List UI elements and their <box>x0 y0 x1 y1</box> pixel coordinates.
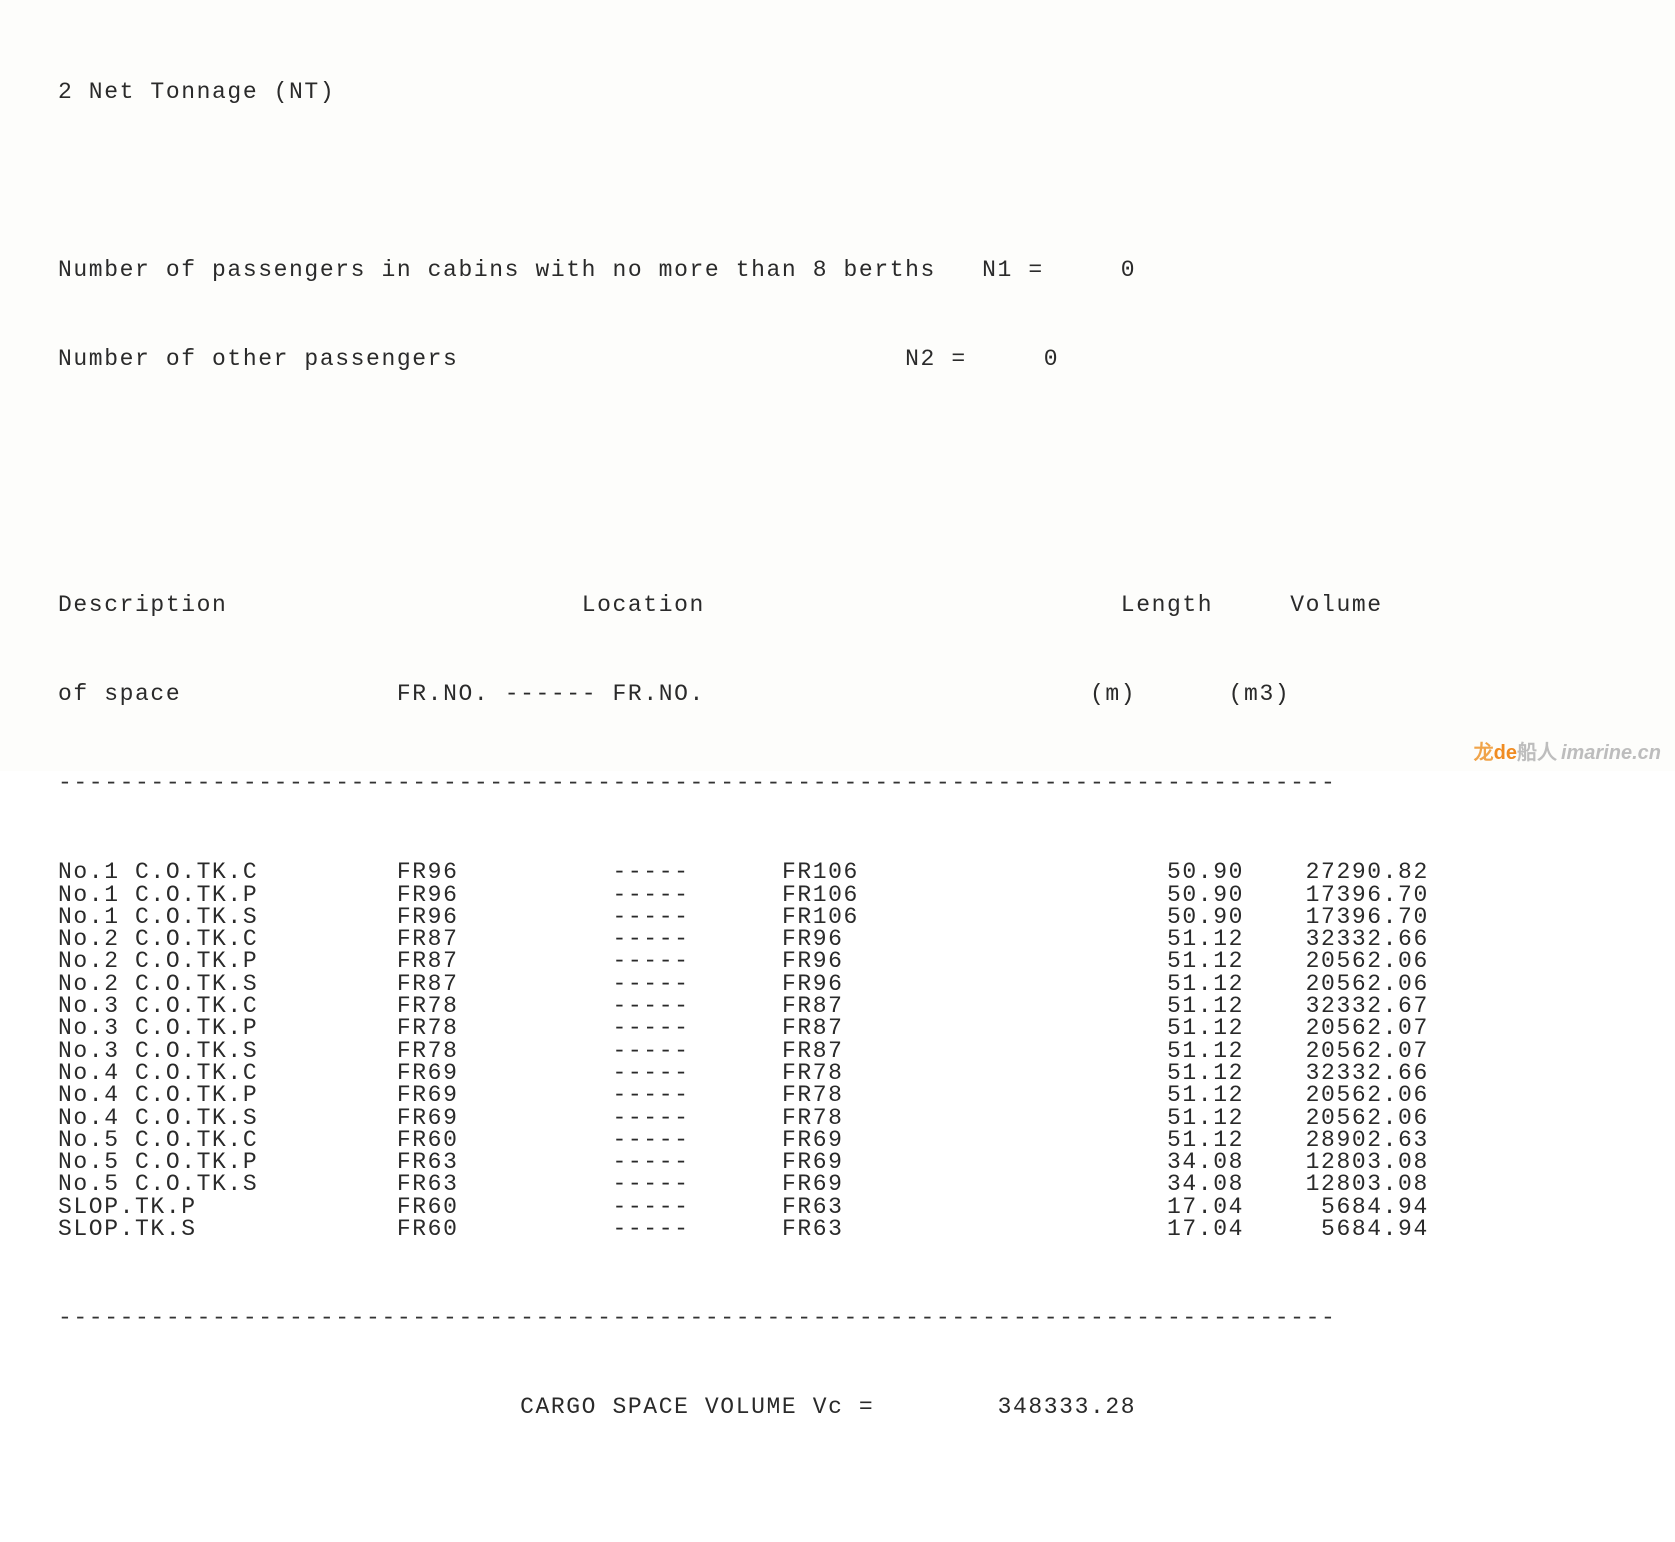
header-volume: Volume <box>1290 591 1383 618</box>
table-row: No.4 C.O.TK.C FR69 ----- FR78 51.12 3233… <box>58 1061 1675 1084</box>
watermark: 龙de船人 imarine.cn <box>1474 736 1661 765</box>
table-row: No.4 C.O.TK.P FR69 ----- FR78 51.12 2056… <box>58 1084 1675 1107</box>
table-header-line-2: of space FR.NO. ------ FR.NO. (m) (m3) <box>58 680 1675 707</box>
table-header-line-1: Description Location Length Volume <box>58 591 1675 618</box>
header-gap-3 <box>1213 592 1290 618</box>
table-row: No.1 C.O.TK.P FR96 ----- FR106 50.90 173… <box>58 883 1675 906</box>
cargo-total-label: CARGO SPACE VOLUME Vc = <box>520 1394 875 1421</box>
table-row: No.2 C.O.TK.P FR87 ----- FR96 51.12 2056… <box>58 950 1675 973</box>
header-gap-1 <box>227 592 581 618</box>
passenger-symbol-2: N2 = <box>905 346 967 373</box>
passenger-gap-2 <box>458 346 905 372</box>
header-gap-7 <box>705 681 1090 707</box>
table-row: No.1 C.O.TK.S FR96 ----- FR106 50.90 173… <box>58 905 1675 928</box>
watermark-part2: de <box>1493 742 1517 764</box>
passenger-line-2: Number of other passengers N2 = 0 <box>58 346 1675 373</box>
section-title: 2 Net Tonnage (NT) <box>58 78 336 105</box>
header-location: Location <box>581 591 705 618</box>
table-rows-container: No.1 C.O.TK.C FR96 ----- FR106 50.90 272… <box>58 861 1675 1243</box>
row-from-frno: FR60 <box>396 1216 613 1243</box>
row-length: 17.04 <box>1136 1216 1245 1243</box>
passenger-line-1: Number of passengers in cabins with no m… <box>58 257 1675 284</box>
row-dashes: ----- <box>612 1216 782 1243</box>
table-row: No.5 C.O.TK.C FR60 ----- FR69 51.12 2890… <box>58 1128 1675 1151</box>
header-of-space: of space <box>58 680 182 707</box>
watermark-part3: 船人 <box>1516 742 1557 764</box>
passenger-symbol-1: N1 = <box>982 257 1044 284</box>
header-gap-2 <box>705 592 1121 618</box>
table-row: No.2 C.O.TK.S FR87 ----- FR96 51.12 2056… <box>58 972 1675 995</box>
header-from-frno: FR.NO. <box>396 680 490 707</box>
watermark-url: imarine.cn <box>1560 742 1661 764</box>
row-description: SLOP.TK.S <box>58 1216 397 1243</box>
header-location-dashes: ------ <box>504 680 598 707</box>
watermark-part1: 龙 <box>1473 742 1494 764</box>
document-body: 2 Net Tonnage (NT) Number of passengers … <box>0 14 1675 1542</box>
passenger-gap-2b <box>967 346 1044 372</box>
header-volume-unit: (m3) <box>1228 680 1291 707</box>
header-gap-6 <box>597 681 612 707</box>
passenger-value-2: 0 <box>1043 346 1060 373</box>
cargo-total-value: 348333.28 <box>997 1394 1137 1421</box>
total-gap <box>874 1394 997 1420</box>
row-to-frno: FR63 <box>781 1216 1137 1243</box>
table-separator-bottom: ----------------------------------------… <box>58 1307 1337 1330</box>
document-page: 2 Net Tonnage (NT) Number of passengers … <box>0 0 1675 1419</box>
table-row: SLOP.TK.S FR60 ----- FR63 17.04 5684.94 <box>58 1216 1675 1243</box>
table-row: No.5 C.O.TK.P FR63 ----- FR69 34.08 1280… <box>58 1151 1675 1174</box>
passenger-label-1: Number of passengers in cabins with no m… <box>58 257 936 284</box>
table-row: No.1 C.O.TK.C FR96 ----- FR106 50.90 272… <box>58 861 1675 884</box>
passenger-label-2: Number of other passengers <box>58 346 459 373</box>
header-gap-4 <box>181 681 397 707</box>
table-row: No.3 C.O.TK.C FR78 ----- FR87 51.12 3233… <box>58 995 1675 1018</box>
header-length-unit: (m) <box>1090 680 1137 707</box>
table-separator-top: ----------------------------------------… <box>58 772 1337 795</box>
cargo-total-line: CARGO SPACE VOLUME Vc = 348333.28 <box>58 1394 1675 1421</box>
table-row: No.5 C.O.TK.S FR63 ----- FR69 34.08 1280… <box>58 1173 1675 1196</box>
header-gap-8 <box>1136 681 1228 707</box>
header-description: Description <box>58 591 228 618</box>
passenger-gap-1 <box>936 257 982 283</box>
table-row: SLOP.TK.P FR60 ----- FR63 17.04 5684.94 <box>58 1195 1675 1218</box>
header-to-frno: FR.NO. <box>612 680 705 707</box>
table-row: No.3 C.O.TK.P FR78 ----- FR87 51.12 2056… <box>58 1017 1675 1040</box>
passenger-gap-1b <box>1044 257 1121 283</box>
passenger-value-1: 0 <box>1120 257 1137 284</box>
header-gap-5 <box>489 681 504 707</box>
total-indent <box>58 1394 520 1420</box>
table-row: No.2 C.O.TK.C FR87 ----- FR96 51.12 3233… <box>58 928 1675 951</box>
table-row: No.3 C.O.TK.S FR78 ----- FR87 51.12 2056… <box>58 1039 1675 1062</box>
row-volume: 5684.94 <box>1244 1216 1429 1243</box>
header-length: Length <box>1120 591 1214 618</box>
table-row: No.4 C.O.TK.S FR69 ----- FR78 51.12 2056… <box>58 1106 1675 1129</box>
